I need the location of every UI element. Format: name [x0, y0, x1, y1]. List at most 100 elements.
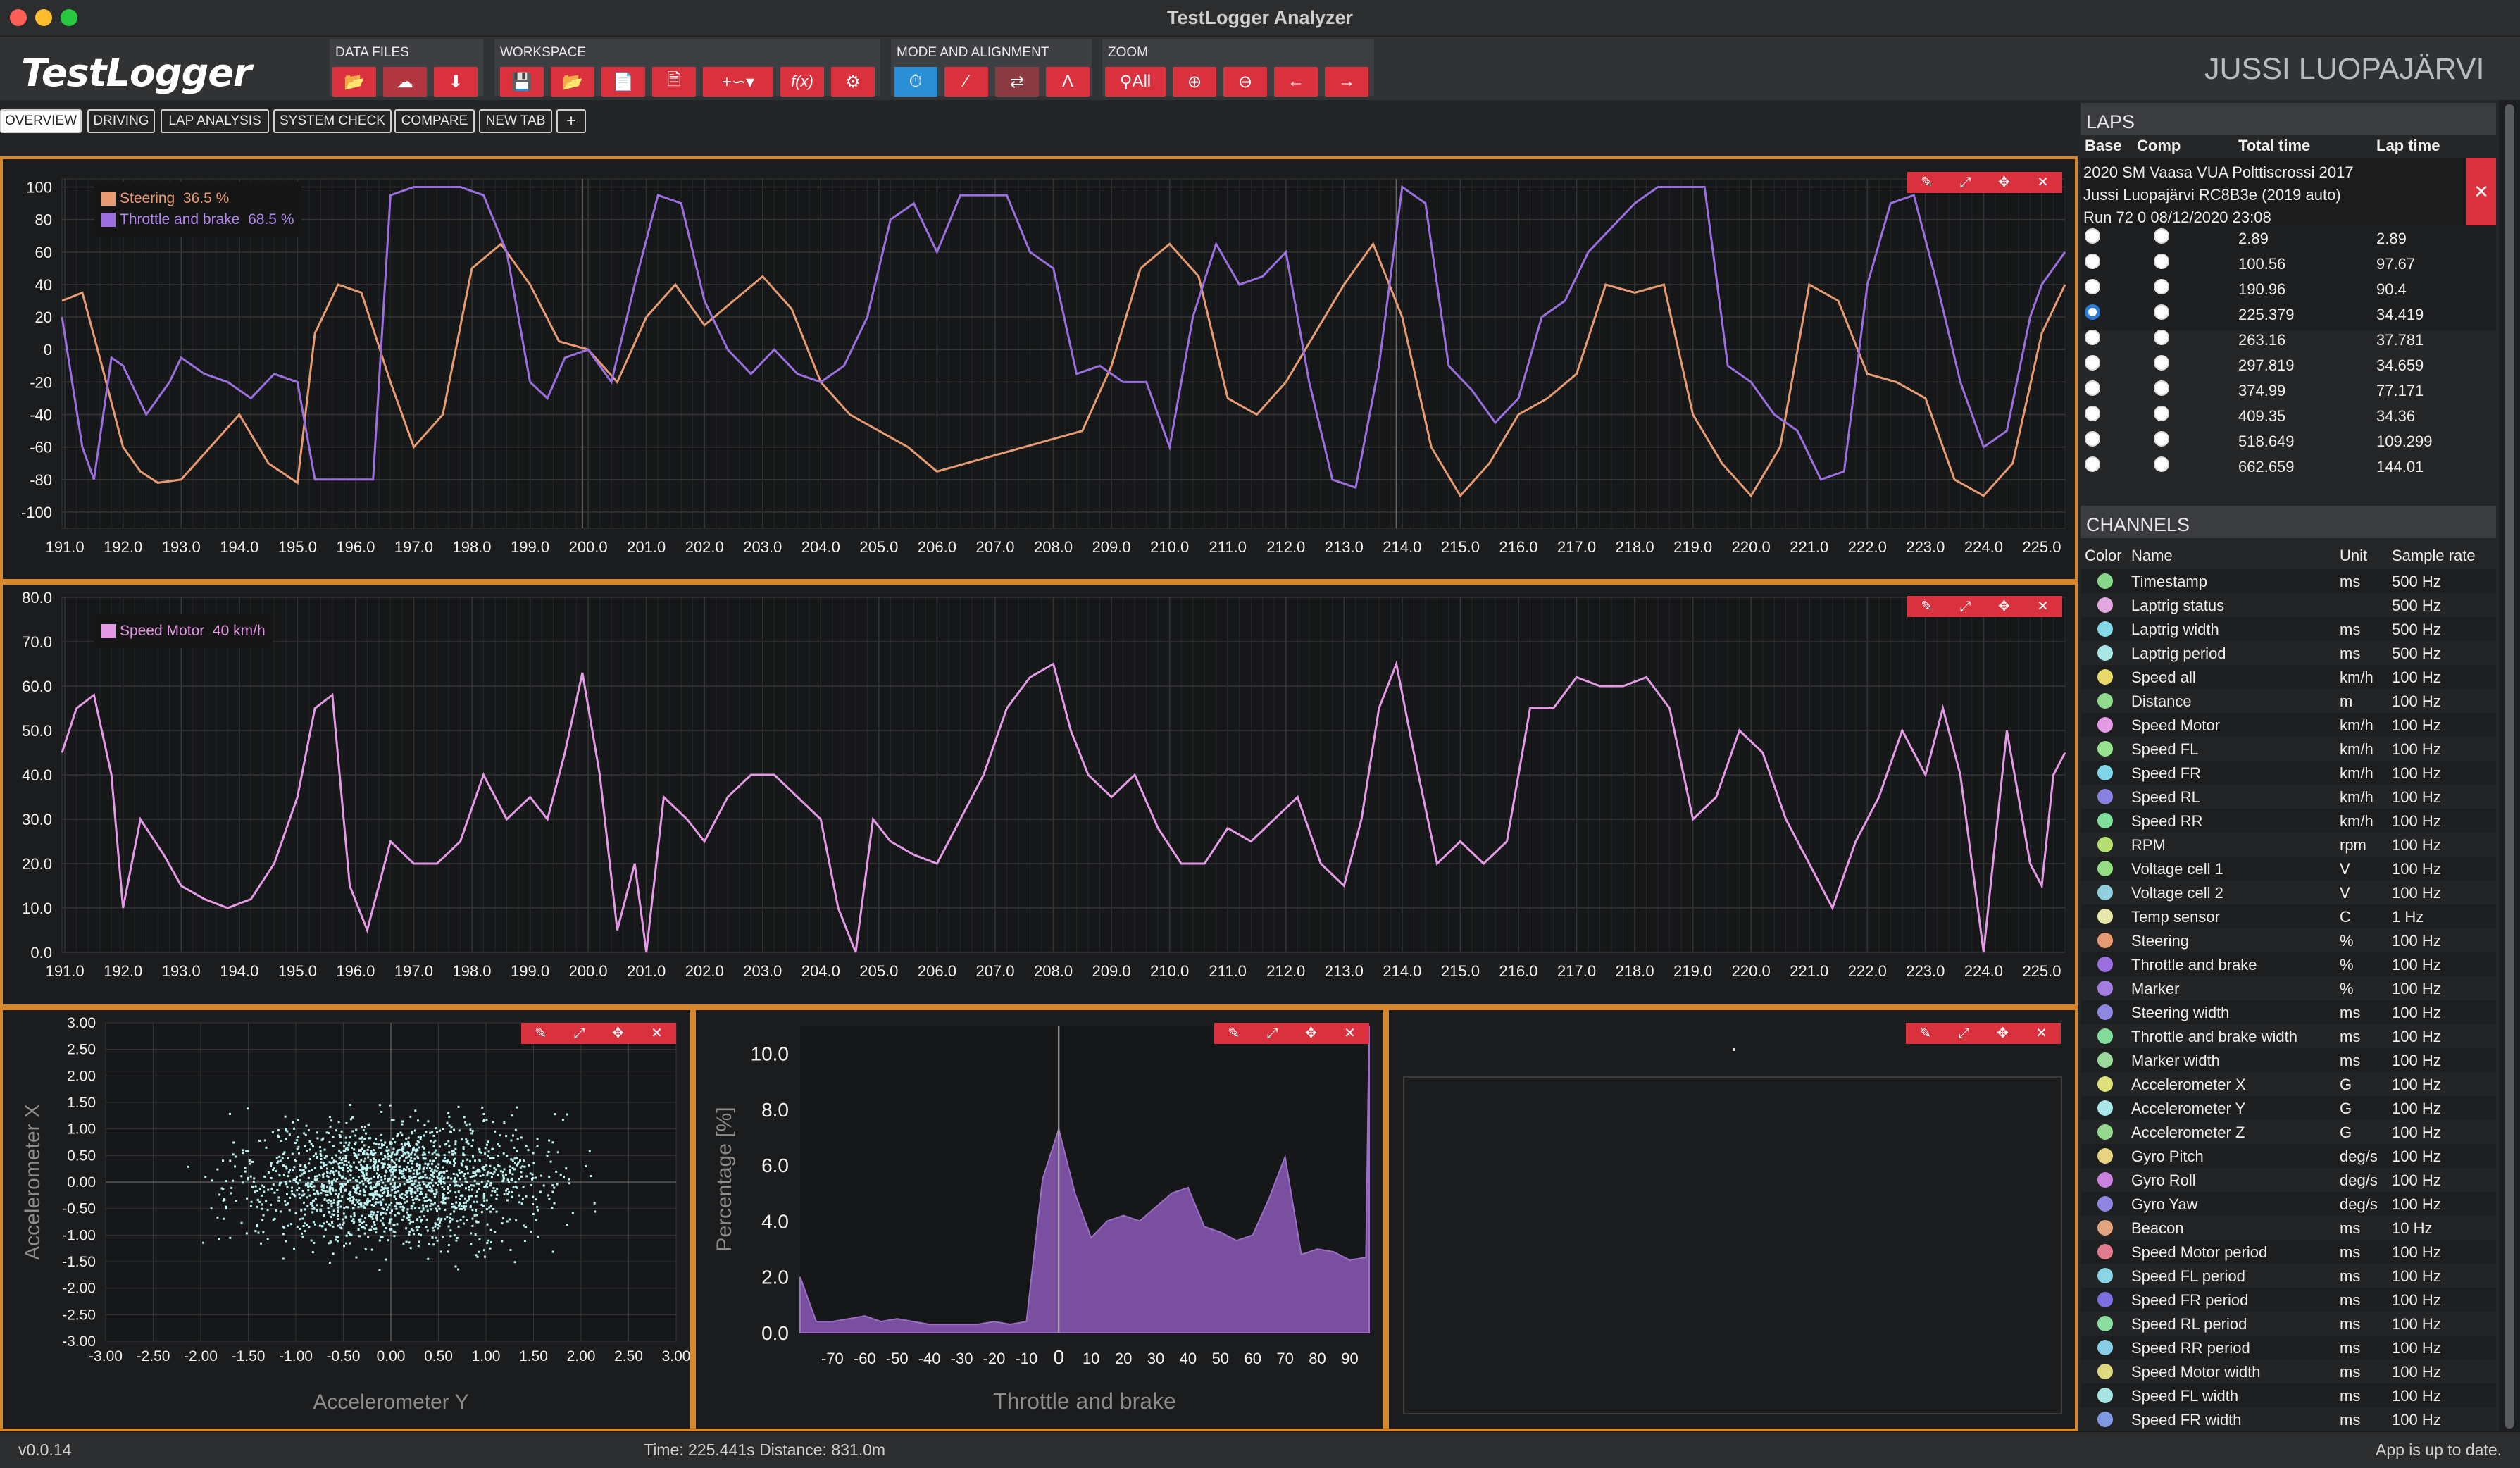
comp-radio[interactable] — [2154, 330, 2169, 345]
ruler-icon[interactable]: ∕ — [944, 67, 988, 97]
move-icon[interactable]: ✥ — [1985, 172, 2023, 193]
comp-radio[interactable] — [2154, 304, 2169, 320]
expand-icon[interactable]: ⤢ — [1253, 1023, 1292, 1044]
edit-icon[interactable]: ✎ — [1214, 1023, 1253, 1044]
edit-icon[interactable]: ✎ — [1906, 1023, 1945, 1044]
channel-color-dot[interactable] — [2097, 1172, 2113, 1188]
channel-row[interactable]: Speed RL period ms 100 Hz — [2081, 1312, 2496, 1336]
tab-lap-analysis[interactable]: LAP ANALYSIS — [161, 109, 269, 133]
channel-row[interactable]: Throttle and brake% 100 Hz — [2081, 952, 2496, 976]
lap-row[interactable]: 409.35 34.36 — [2081, 403, 2496, 428]
channel-color-dot[interactable] — [2097, 789, 2113, 804]
channel-row[interactable]: Speed all km/h 100 Hz — [2081, 665, 2496, 689]
edit-icon[interactable]: ✎ — [521, 1023, 560, 1044]
channel-color-dot[interactable] — [2097, 933, 2113, 948]
expand-icon[interactable]: ⤢ — [560, 1023, 599, 1044]
channel-row[interactable]: Speed FR period ms 100 Hz — [2081, 1288, 2496, 1312]
channel-row[interactable]: Speed Motor km/h 100 Hz — [2081, 713, 2496, 737]
channel-color-dot[interactable] — [2097, 1268, 2113, 1283]
close-icon[interactable]: ✕ — [637, 1023, 676, 1044]
channel-row[interactable]: Speed Motor width ms 100 Hz — [2081, 1360, 2496, 1383]
new-file-icon[interactable]: 🗎 — [652, 67, 696, 97]
scrollbar-track[interactable] — [2499, 100, 2520, 1431]
channel-row[interactable]: Gyro Pitch deg/s 100 Hz — [2081, 1144, 2496, 1168]
import-button[interactable]: ⬇ — [434, 67, 478, 97]
channel-color-dot[interactable] — [2097, 957, 2113, 972]
comp-radio[interactable] — [2154, 456, 2169, 472]
lap-row[interactable]: 518.649 109.299 — [2081, 428, 2496, 454]
channel-color-dot[interactable] — [2097, 1364, 2113, 1379]
base-radio[interactable] — [2085, 380, 2100, 396]
channel-row[interactable]: Speed RL km/h 100 Hz — [2081, 785, 2496, 809]
channel-color-dot[interactable] — [2097, 669, 2113, 685]
channel-color-dot[interactable] — [2097, 645, 2113, 661]
zoom-out-icon[interactable]: ⊖ — [1223, 67, 1267, 97]
channel-row[interactable]: Speed FL width ms 100 Hz — [2081, 1383, 2496, 1407]
speed-motor-chart[interactable]: 191.0 192.0 193.0 194.0 195.0 196.0 197.0 198.0… — [3, 585, 2075, 1004]
comp-radio[interactable] — [2154, 228, 2169, 244]
cloud-button[interactable]: ☁ — [383, 67, 427, 97]
channel-color-dot[interactable] — [2097, 1100, 2113, 1116]
channel-row[interactable]: Accelerometer Y G 100 Hz — [2081, 1096, 2496, 1120]
open-folder-button[interactable]: 📂 — [332, 67, 376, 97]
channel-color-dot[interactable] — [2097, 621, 2113, 637]
channel-row[interactable]: Marker% 100 Hz — [2081, 976, 2496, 1000]
base-radio[interactable] — [2085, 431, 2100, 447]
close-icon[interactable]: ✕ — [1330, 1023, 1369, 1044]
channel-row[interactable]: Accelerometer Z G 100 Hz — [2081, 1120, 2496, 1144]
settings-gear-icon[interactable]: ⚙ — [831, 67, 875, 97]
channel-row[interactable]: Throttle and brake width ms 100 Hz — [2081, 1024, 2496, 1048]
empty-chart-area[interactable] — [1403, 1076, 2062, 1414]
comp-radio[interactable] — [2154, 254, 2169, 269]
channel-row[interactable]: Gyro Roll deg/s 100 Hz — [2081, 1168, 2496, 1192]
steering-throttle-chart[interactable]: 191.0 192.0 193.0 194.0 195.0 196.0 197.0 198.0… — [3, 159, 2075, 579]
channel-row[interactable]: Speed RR period ms 100 Hz — [2081, 1336, 2496, 1360]
move-icon[interactable]: ✥ — [1292, 1023, 1330, 1044]
lap-row[interactable]: 2.89 2.89 — [2081, 225, 2496, 251]
comp-radio[interactable] — [2154, 380, 2169, 396]
channel-row[interactable]: RPM rpm 100 Hz — [2081, 833, 2496, 857]
road-icon[interactable]: Λ — [1046, 67, 1090, 97]
channel-color-dot[interactable] — [2097, 741, 2113, 757]
channel-row[interactable]: Temp sensor C 1 Hz — [2081, 904, 2496, 928]
channel-color-dot[interactable] — [2097, 1028, 2113, 1044]
zoom-all-button[interactable]: ⚲ All — [1105, 67, 1166, 97]
base-radio[interactable] — [2085, 228, 2100, 244]
tab-new-tab[interactable]: NEW TAB — [479, 109, 552, 133]
laps-column-header[interactable]: Lap time — [2376, 137, 2440, 155]
channel-color-dot[interactable] — [2097, 1412, 2113, 1427]
scrollbar-thumb[interactable] — [2505, 104, 2514, 1429]
base-radio[interactable] — [2085, 355, 2100, 371]
expand-icon[interactable]: ⤢ — [1945, 1023, 1983, 1044]
move-icon[interactable]: ✥ — [1983, 1023, 2022, 1044]
base-radio[interactable] — [2085, 330, 2100, 345]
remove-run-button[interactable]: ✕ — [2466, 158, 2496, 225]
channel-color-dot[interactable] — [2097, 981, 2113, 996]
base-radio[interactable] — [2085, 304, 2100, 320]
channels-column-header[interactable]: Sample rate — [2392, 547, 2476, 565]
lap-row[interactable]: 297.819 34.659 — [2081, 352, 2496, 378]
throttle-histogram-chart[interactable]: -70 -60 -50 -40 -30 -20 -10 0 10 20 30 40 50 60 70 80 90… — [696, 1010, 1383, 1429]
channels-column-header[interactable]: Color — [2085, 547, 2122, 565]
base-radio[interactable] — [2085, 406, 2100, 421]
channel-color-dot[interactable] — [2097, 909, 2113, 924]
channel-row[interactable]: Beacon ms 10 Hz — [2081, 1216, 2496, 1240]
channel-color-dot[interactable] — [2097, 597, 2113, 613]
channel-row[interactable]: Steering width ms 100 Hz — [2081, 1000, 2496, 1024]
lap-row[interactable]: 662.659 144.01 — [2081, 454, 2496, 479]
lap-row[interactable]: 374.99 77.171 — [2081, 378, 2496, 403]
channel-row[interactable]: Distance m 100 Hz — [2081, 689, 2496, 713]
channel-color-dot[interactable] — [2097, 1196, 2113, 1212]
channel-color-dot[interactable] — [2097, 1388, 2113, 1403]
arrow-left-icon[interactable]: ← — [1274, 67, 1318, 97]
channel-row[interactable]: Speed FR width ms 100 Hz — [2081, 1407, 2496, 1431]
channel-row[interactable]: Laptrig status 500 Hz — [2081, 593, 2496, 617]
function-button[interactable]: f(x) — [780, 67, 824, 97]
laps-column-header[interactable]: Comp — [2137, 137, 2181, 155]
channel-color-dot[interactable] — [2097, 837, 2113, 852]
channel-color-dot[interactable] — [2097, 573, 2113, 589]
lap-row[interactable]: 100.56 97.67 — [2081, 251, 2496, 276]
tab-overview[interactable]: OVERVIEW — [0, 109, 82, 133]
channel-color-dot[interactable] — [2097, 1052, 2113, 1068]
channel-color-dot[interactable] — [2097, 1076, 2113, 1092]
